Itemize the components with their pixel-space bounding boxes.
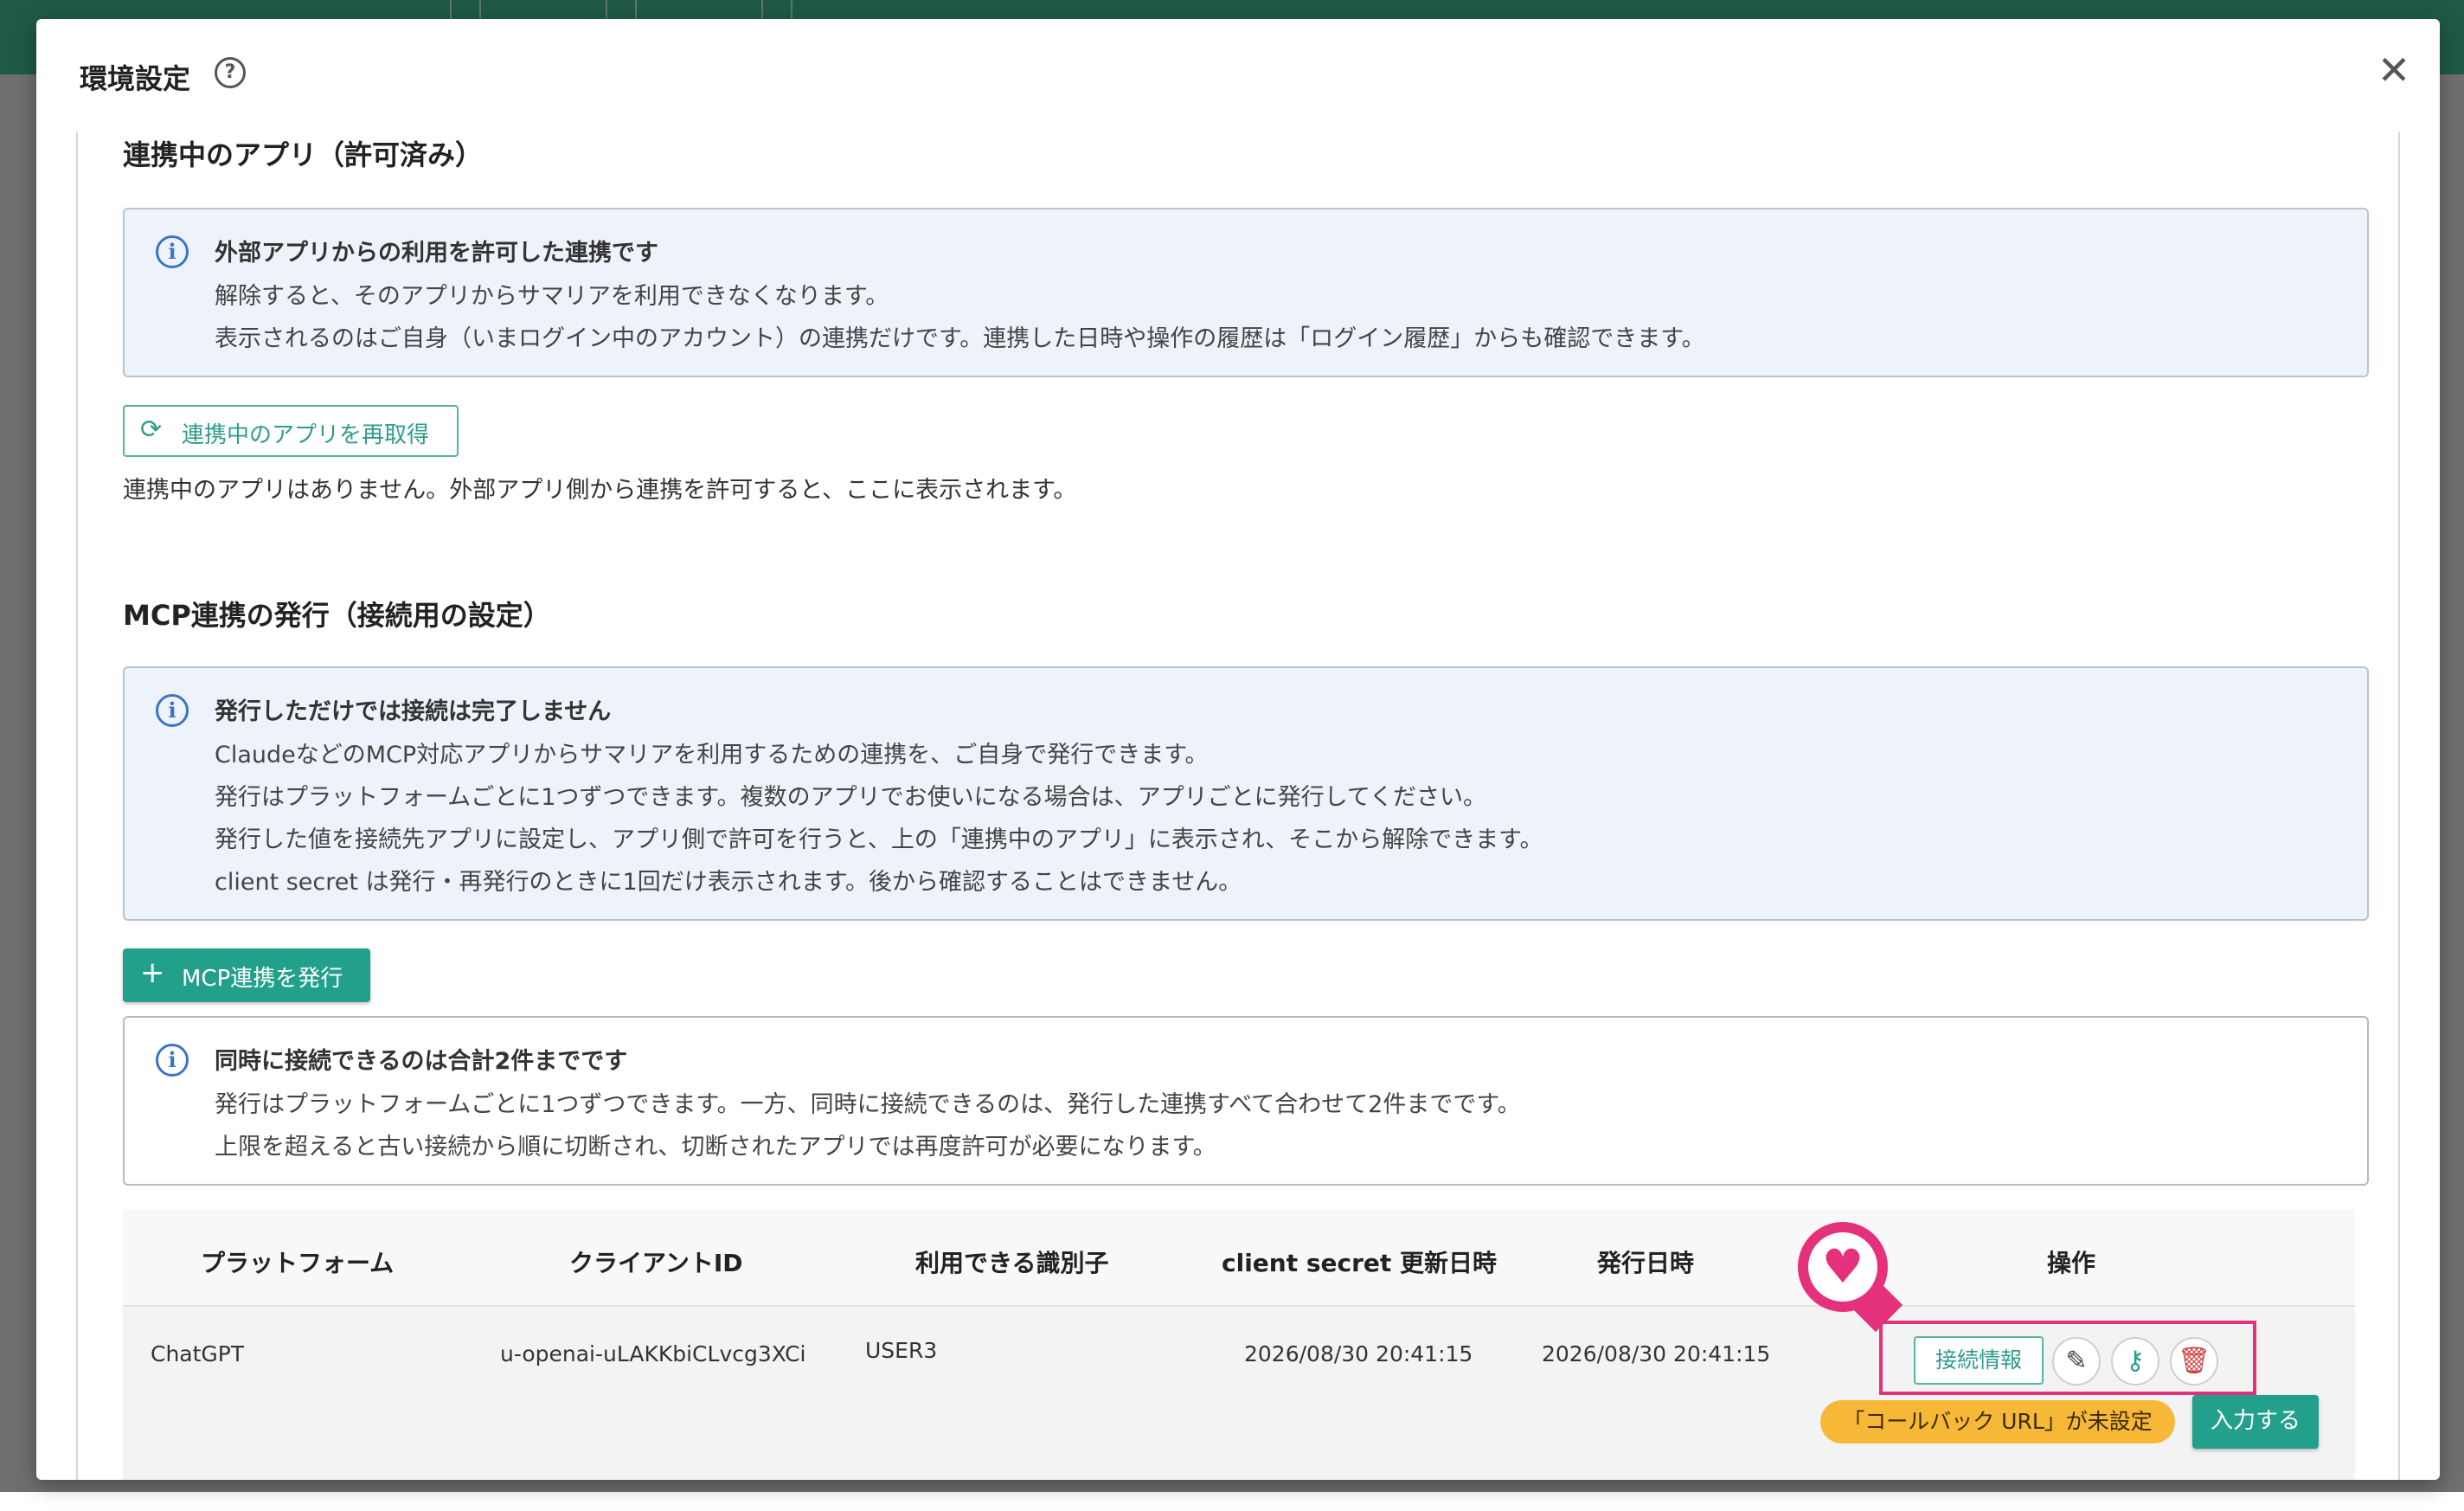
- connected-apps-heading: 連携中のアプリ（許可済み）: [123, 138, 484, 171]
- platform-cell: ChatGPT: [151, 1341, 245, 1366]
- input-callback-url-button[interactable]: 入力する: [2192, 1395, 2319, 1449]
- refresh-icon: ⟳: [140, 415, 163, 445]
- refresh-button-label: 連携中のアプリを再取得: [182, 422, 430, 448]
- info-title: 同時に接続できるのは合計2件までです: [215, 1048, 628, 1075]
- info-line: client secret は発行・再発行のときに1回だけ表示されます。後から確…: [215, 869, 1242, 896]
- trash-icon[interactable]: 🗑: [2170, 1337, 2218, 1386]
- modal-header: 環境設定 ? ✕: [36, 19, 2440, 132]
- table-header: プラットフォーム クライアントID 利用できる識別子 client secret…: [123, 1210, 2355, 1307]
- info-line: ClaudeなどのMCP対応アプリからサマリアを利用するための連携を、ご自身で発…: [215, 742, 1209, 768]
- no-connected-apps-text: 連携中のアプリはありません。外部アプリ側から連携を許可すると、ここに表示されます…: [123, 477, 1077, 504]
- identifier-cell: USER3: [865, 1338, 938, 1363]
- issued-date-cell: 2026/08/30 20:41:15: [1542, 1341, 1771, 1366]
- refresh-connected-apps-button[interactable]: ⟳ 連携中のアプリを再取得: [123, 405, 459, 457]
- column-header: 発行日時: [1597, 1249, 1695, 1277]
- info-icon: i: [156, 235, 189, 268]
- key-icon[interactable]: ⚷: [2111, 1337, 2159, 1386]
- info-line: 発行した値を接続先アプリに設定し、アプリ側で許可を行うと、上の「連携中のアプリ」…: [215, 826, 1543, 853]
- column-header: クライアントID: [569, 1249, 743, 1277]
- pencil-icon[interactable]: ✎: [2052, 1337, 2101, 1386]
- callback-url-warning-badge: 「コールバック URL」が未設定: [1820, 1400, 2175, 1443]
- heart-marker-icon: ♥: [1798, 1222, 1910, 1334]
- info-title: 外部アプリからの利用を許可した連携です: [215, 240, 658, 267]
- connection-limit-info: i 同時に接続できるのは合計2件までです 発行はプラットフォームごとに1つずつで…: [123, 1016, 2369, 1186]
- help-icon[interactable]: ?: [215, 57, 246, 88]
- info-icon: i: [156, 1044, 189, 1077]
- client-id-cell: u-openai-uLAKKbiCLvcg3XCi: [500, 1341, 806, 1366]
- info-line: 発行はプラットフォームごとに1つずつできます。一方、同時に接続できるのは、発行し…: [215, 1091, 1521, 1118]
- issue-mcp-button[interactable]: + MCP連携を発行: [123, 948, 370, 1002]
- close-icon[interactable]: ✕: [2372, 48, 2416, 92]
- heart-icon: ♥: [1821, 1239, 1864, 1294]
- info-line: 表示されるのはご自身（いまログイン中のアカウント）の連携だけです。連携した日時や…: [215, 325, 1705, 352]
- info-line: 発行はプラットフォームごとに1つずつできます。複数のアプリでお使いになる場合は、…: [215, 784, 1487, 811]
- info-line: 解除すると、そのアプリからサマリアを利用できなくなります。: [215, 283, 889, 310]
- column-header: 利用できる識別子: [915, 1249, 1109, 1277]
- connected-apps-info: i 外部アプリからの利用を許可した連携です 解除すると、そのアプリからサマリアを…: [123, 208, 2369, 377]
- mcp-issue-info: i 発行しただけでは接続は完了しません ClaudeなどのMCP対応アプリからサ…: [123, 666, 2369, 921]
- column-header: client secret 更新日時: [1222, 1249, 1498, 1277]
- info-title: 発行しただけでは接続は完了しません: [215, 698, 612, 725]
- issue-mcp-button-label: MCP連携を発行: [182, 966, 343, 992]
- column-header: プラットフォーム: [201, 1249, 395, 1277]
- mcp-issue-heading: MCP連携の発行（接続用の設定）: [123, 599, 551, 632]
- plus-icon: +: [140, 955, 165, 990]
- secret-updated-cell: 2026/08/30 20:41:15: [1244, 1341, 1473, 1366]
- info-line: 上限を超えると古い接続から順に切断され、切断されたアプリでは再度許可が必要になり…: [215, 1134, 1216, 1161]
- background-bottom-strip: [0, 1492, 2464, 1511]
- modal-title: 環境設定: [80, 62, 191, 95]
- connection-info-button[interactable]: 接続情報: [1914, 1336, 2044, 1385]
- column-header: 操作: [2047, 1249, 2096, 1277]
- info-icon: i: [156, 694, 189, 727]
